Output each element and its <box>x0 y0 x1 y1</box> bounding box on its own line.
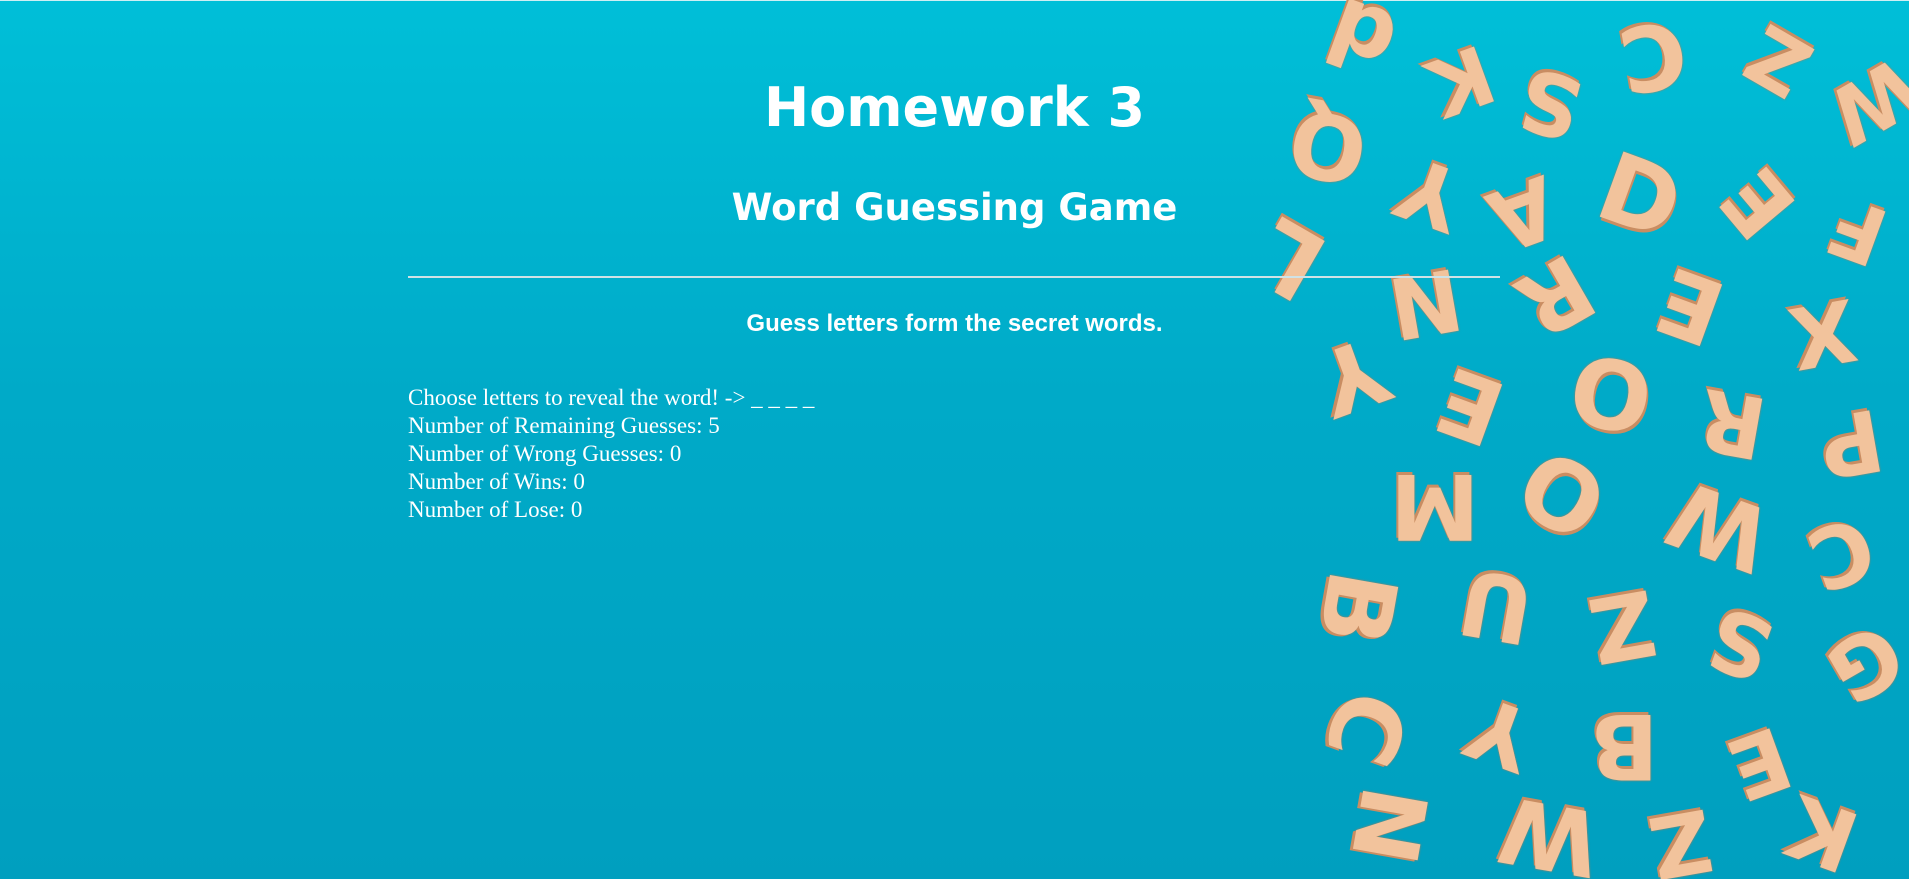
wins-label: Number of Wins: <box>408 469 574 494</box>
letter-tile: C <box>1794 495 1888 610</box>
word-reveal-label: Choose letters to reveal the word! -> <box>408 385 752 410</box>
letter-tile: W <box>1654 459 1785 592</box>
letter-tile: E <box>1423 345 1518 466</box>
word-reveal-row: Choose letters to reveal the word! -> _ … <box>408 384 814 412</box>
letter-tile: M <box>1390 453 1480 558</box>
letter-tile: B <box>1296 562 1418 653</box>
letter-tile: G <box>1809 602 1909 723</box>
wins-row: Number of Wins: 0 <box>408 468 814 496</box>
losses-label: Number of Lose: <box>408 497 571 522</box>
remaining-guesses-value: 5 <box>708 413 720 438</box>
letter-tile: W <box>1491 775 1608 879</box>
letter-tile: R <box>1691 368 1774 477</box>
letter-tile: U <box>1451 547 1542 664</box>
letter-tile: C <box>1301 676 1429 780</box>
letter-tile: Z <box>1641 788 1720 879</box>
divider <box>408 276 1500 278</box>
losses-row: Number of Lose: 0 <box>408 496 814 524</box>
letter-tile: N <box>1329 778 1447 872</box>
remaining-guesses-label: Number of Remaining Guesses: <box>408 413 709 438</box>
remaining-guesses-row: Number of Remaining Guesses: 5 <box>408 412 814 440</box>
page-title: Homework 3 <box>763 76 1146 139</box>
losses-value: 0 <box>570 497 583 522</box>
game-instructions: Guess letters form the secret words. <box>746 310 1163 337</box>
game-stats: Choose letters to reveal the word! -> _ … <box>408 384 814 524</box>
letter-tile: P <box>1811 388 1891 497</box>
letter-tile: B <box>1590 693 1659 798</box>
letter-tile: Z <box>1581 568 1664 683</box>
letter-tile: S <box>1694 585 1787 700</box>
wrong-guesses-row: Number of Wrong Guesses: 0 <box>408 440 814 468</box>
letter-tile: E <box>1714 706 1804 819</box>
word-display: _ _ _ _ <box>751 385 815 410</box>
letter-tile: O <box>1498 429 1624 565</box>
letter-tile: E <box>1643 245 1738 366</box>
page-subtitle: Word Guessing Game <box>731 186 1178 229</box>
letter-tile: O <box>1561 335 1660 459</box>
wrong-guesses-label: Number of Wrong Guesses: <box>408 441 670 466</box>
letter-tile: Y <box>1454 675 1547 790</box>
wrong-guesses-value: 0 <box>669 441 682 466</box>
wins-value: 0 <box>573 469 585 494</box>
